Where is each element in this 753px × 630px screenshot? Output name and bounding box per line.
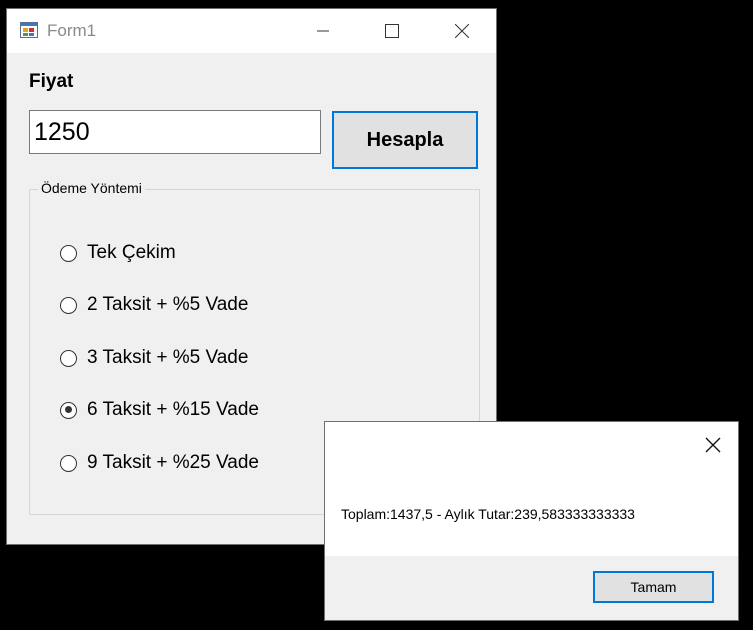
close-button[interactable] — [439, 9, 485, 53]
radio-button[interactable] — [60, 454, 77, 472]
message-box-close-button[interactable] — [702, 434, 724, 456]
winforms-app-icon — [20, 22, 38, 38]
radio-label: Tek Çekim — [87, 242, 176, 263]
radio-option-3-taksit[interactable]: 3 Taksit + %5 Vade — [60, 347, 248, 369]
close-icon — [455, 24, 469, 38]
radio-label: 2 Taksit + %5 Vade — [87, 294, 249, 315]
ok-button[interactable]: Tamam — [593, 571, 714, 603]
message-box-footer: Tamam — [325, 556, 738, 620]
radio-label: 3 Taksit + %5 Vade — [87, 347, 249, 368]
radio-button[interactable] — [60, 401, 77, 419]
price-label: Fiyat — [29, 71, 74, 92]
radio-button[interactable] — [60, 296, 77, 314]
radio-option-6-taksit[interactable]: 6 Taksit + %15 Vade — [60, 399, 259, 421]
radio-option-tek-cekim[interactable]: Tek Çekim — [60, 242, 176, 264]
groupbox-title: Ödeme Yöntemi — [38, 180, 145, 196]
window-title: Form1 — [47, 21, 97, 40]
radio-option-2-taksit[interactable]: 2 Taksit + %5 Vade — [60, 294, 248, 316]
close-icon — [705, 437, 721, 453]
message-box-dialog: Toplam:1437,5 - Aylık Tutar:239,58333333… — [324, 421, 739, 621]
message-text: Toplam:1437,5 - Aylık Tutar:239,58333333… — [341, 506, 635, 522]
radio-label: 6 Taksit + %15 Vade — [87, 399, 259, 420]
maximize-icon — [385, 24, 399, 38]
radio-button[interactable] — [60, 349, 77, 367]
maximize-button[interactable] — [369, 9, 415, 53]
price-input[interactable] — [29, 110, 321, 154]
radio-option-9-taksit[interactable]: 9 Taksit + %25 Vade — [60, 452, 259, 474]
minimize-icon — [317, 30, 329, 32]
radio-button[interactable] — [60, 244, 77, 262]
minimize-button[interactable] — [300, 9, 346, 53]
title-bar[interactable]: Form1 — [7, 9, 496, 53]
radio-label: 9 Taksit + %25 Vade — [87, 452, 259, 473]
calculate-button[interactable]: Hesapla — [332, 111, 478, 169]
